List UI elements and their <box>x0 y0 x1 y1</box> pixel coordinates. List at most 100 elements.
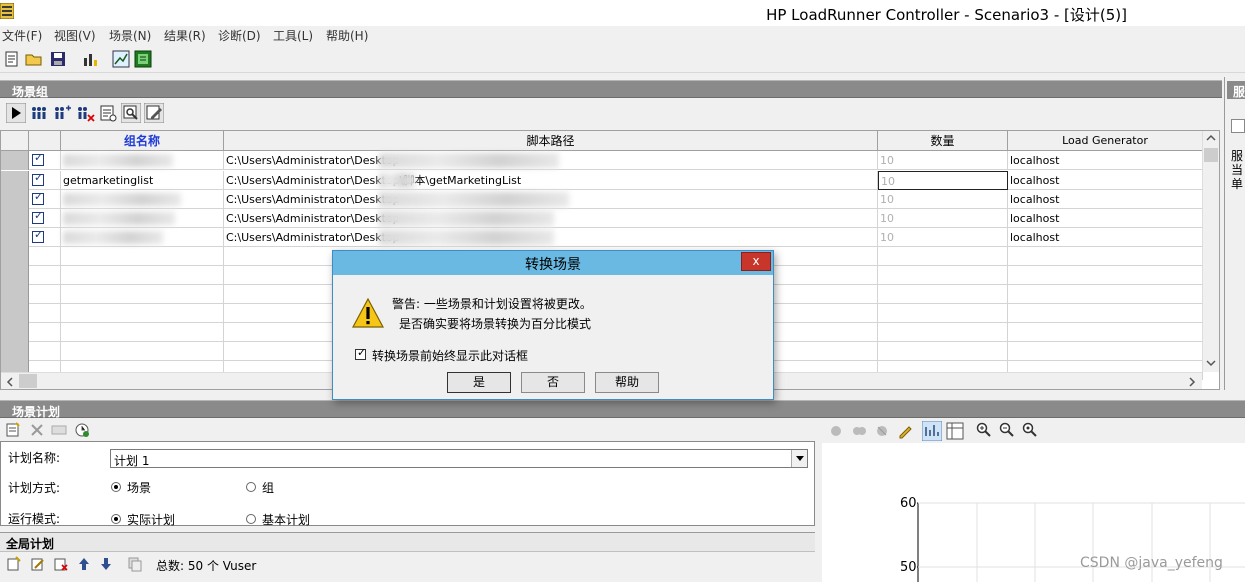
dialog-titlebar[interactable]: 转换场景 x <box>333 251 773 275</box>
table-row[interactable]: C:\Users\Administrator\Desktop 10 localh… <box>1 209 1203 228</box>
table-row[interactable]: C:\Users\Administrator\Desktop 10 localh… <box>1 228 1203 247</box>
save-icon[interactable] <box>49 50 67 68</box>
help-button[interactable]: 帮助 <box>595 372 659 393</box>
redacted-blur <box>379 153 559 168</box>
remove-group-icon[interactable] <box>75 103 95 123</box>
scroll-up-icon[interactable] <box>1206 134 1216 142</box>
dropdown-button[interactable] <box>791 450 807 467</box>
load-generator-cell[interactable]: localhost <box>1008 209 1203 228</box>
mode-scenario-radio[interactable] <box>111 482 121 492</box>
chart-pan-icon[interactable] <box>828 423 844 439</box>
schedule-name-dropdown[interactable]: 计划 1 <box>110 449 808 468</box>
details-icon[interactable] <box>98 103 118 123</box>
menu-file[interactable]: 文件(F) <box>2 27 42 44</box>
menu-view[interactable]: 视图(V) <box>54 27 96 44</box>
table-row[interactable]: C:\Users\Administrator\Desktop 10 localh… <box>1 190 1203 209</box>
run-basic-radio[interactable] <box>246 514 256 524</box>
group-name-cell[interactable]: getmarketinglist <box>61 171 224 190</box>
scroll-right-icon[interactable] <box>1188 377 1196 387</box>
check-mark-icon: ✓ <box>357 346 367 359</box>
column-header-quantity[interactable]: 数量 <box>878 131 1008 151</box>
scenario-schedule-header: 场景计划 <box>0 400 1245 419</box>
delete-action-icon[interactable] <box>53 556 69 572</box>
vusers-icon[interactable] <box>29 103 49 123</box>
redacted-blur <box>63 154 173 167</box>
load-generator-cell[interactable]: localhost <box>1008 171 1203 190</box>
scroll-thumb[interactable] <box>1204 148 1218 162</box>
grid-check-header <box>29 131 61 151</box>
load-generator-cell[interactable]: localhost <box>1008 228 1203 247</box>
schedule-form: 计划名称: 计划 1 计划方式: 场景 组 运行模式: 实际计划 基本计划 <box>0 441 815 527</box>
menu-results[interactable]: 结果(R) <box>164 27 206 44</box>
chart-view-icon[interactable] <box>922 421 942 441</box>
rename-icon[interactable] <box>51 422 67 438</box>
run-icon[interactable] <box>134 50 152 68</box>
view-script-icon[interactable] <box>121 103 141 123</box>
pencil-icon[interactable] <box>897 423 913 439</box>
play-icon[interactable] <box>6 103 26 123</box>
quantity-cell[interactable]: 10 <box>878 228 1008 247</box>
quantity-cell[interactable]: 10 <box>878 171 1008 190</box>
scroll-down-icon[interactable] <box>1206 359 1216 367</box>
add-group-icon[interactable] <box>52 103 72 123</box>
menu-diagnostics[interactable]: 诊断(D) <box>218 27 261 44</box>
grid-corner <box>1 131 29 151</box>
table-row[interactable]: getmarketinglist C:\Users\Administrator\… <box>1 171 1203 190</box>
column-header-load-generator[interactable]: Load Generator <box>1008 131 1203 151</box>
quantity-cell[interactable]: 10 <box>878 209 1008 228</box>
edit-action-icon[interactable] <box>30 556 46 572</box>
zoom-reset-icon[interactable] <box>1022 422 1038 438</box>
quantity-cell[interactable]: 10 <box>878 151 1008 170</box>
script-path-cell[interactable]: C:\Users\Administrator\Desktop\脚本\getMar… <box>224 171 878 190</box>
scroll-thumb-horizontal[interactable] <box>19 374 37 388</box>
redacted-blur <box>63 193 181 206</box>
load-generator-cell[interactable]: localhost <box>1008 151 1203 170</box>
yes-button[interactable]: 是 <box>447 372 511 393</box>
no-button[interactable]: 否 <box>521 372 585 393</box>
menu-help[interactable]: 帮助(H) <box>326 27 368 44</box>
new-scenario-icon[interactable] <box>3 50 21 68</box>
redacted-blur <box>379 173 415 188</box>
table-view-icon[interactable] <box>946 422 964 440</box>
scenario-group-header: 场景组 <box>0 80 1222 99</box>
scroll-left-icon[interactable] <box>6 377 14 387</box>
chart-remove-icon[interactable] <box>874 423 890 439</box>
add-action-icon[interactable] <box>6 556 22 572</box>
edit-icon[interactable] <box>144 103 164 123</box>
schedule-clock-icon[interactable] <box>74 422 90 438</box>
always-show-checkbox[interactable]: ✓ <box>355 346 367 360</box>
grid-vertical-scrollbar[interactable] <box>1202 131 1219 372</box>
watermark-text: CSDN @java_yefeng <box>1080 555 1223 571</box>
scenario-group-toolbar <box>0 99 1222 127</box>
load-generator-cell[interactable]: localhost <box>1008 190 1203 209</box>
table-row[interactable]: C:\Users\Administrator\Desktop 10 localh… <box>1 151 1203 170</box>
new-schedule-icon[interactable] <box>5 422 21 438</box>
y-tick-label: 50 <box>900 560 917 575</box>
column-header-script-path[interactable]: 脚本路径 <box>224 131 878 151</box>
run-real-radio[interactable] <box>111 514 121 524</box>
y-tick-label: 60 <box>900 496 917 511</box>
run-basic-label: 基本计划 <box>262 513 311 527</box>
design-icon[interactable] <box>112 50 130 68</box>
copy-icon[interactable] <box>127 556 143 572</box>
redacted-blur <box>379 192 569 207</box>
menu-tools[interactable]: 工具(L) <box>273 27 313 44</box>
menu-scenario[interactable]: 场景(N) <box>109 27 151 44</box>
open-icon[interactable] <box>25 50 43 68</box>
dialog-close-button[interactable]: x <box>741 252 771 271</box>
move-up-icon[interactable] <box>77 556 91 572</box>
zoom-out-icon[interactable] <box>999 422 1015 438</box>
move-down-icon[interactable] <box>99 556 113 572</box>
total-vusers-text: 总数: 50 个 Vuser <box>156 559 257 573</box>
column-header-group-name[interactable]: 组名称 <box>61 131 224 151</box>
chart-select-icon[interactable] <box>851 423 867 439</box>
panel-icon <box>1231 119 1245 133</box>
zoom-in-icon[interactable] <box>976 422 992 438</box>
quantity-cell[interactable]: 10 <box>878 190 1008 209</box>
convert-scenario-dialog: 转换场景 x 警告: 一些场景和计划设置将被更改。 是否确实要将场景转换为百分比… <box>332 250 774 400</box>
title-bar: HP LoadRunner Controller - Scenario3 - [… <box>0 0 1245 26</box>
service-label-line: 单 <box>1231 177 1244 191</box>
mode-group-radio[interactable] <box>246 482 256 492</box>
delete-icon[interactable] <box>29 422 45 438</box>
chart-icon[interactable] <box>81 50 99 68</box>
